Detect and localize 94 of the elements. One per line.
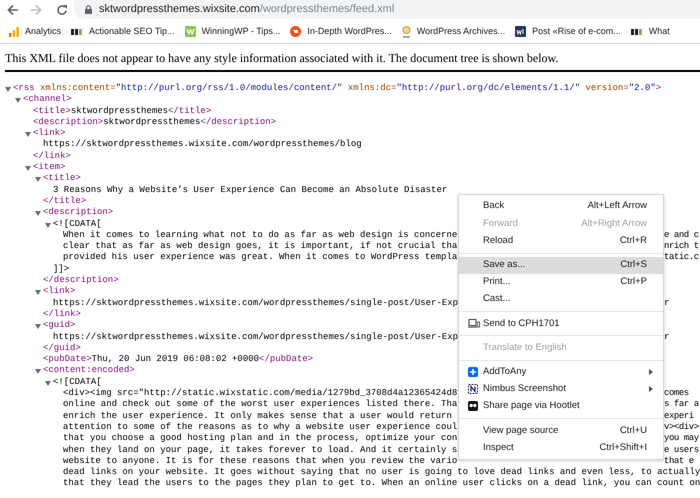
xml-line: </link>: [43, 308, 81, 320]
xml-line: website to anyone. It is for these reasons that when you review the vario: [63, 456, 458, 468]
reload-icon[interactable]: [56, 4, 68, 16]
xml-line: <![CDATA[: [53, 376, 102, 388]
xml-line: </guid>: [43, 342, 81, 354]
xml-line: r: [664, 332, 669, 343]
bookmark-link[interactable]: In-Depth WordPres...: [307, 24, 392, 38]
xml-line: <rss xmlns:content="http://purl.org/rss/1.0/modules/content/" xmlns:dc="http://purl.org/dc/elements/1.1/" version="2.0">: [13, 83, 662, 94]
xml-line: attention to some of the reasons as to why a website user experience coul: [63, 422, 458, 434]
xml-line: </title>: [43, 196, 86, 208]
xml-line: https://sktwordpressthemes.wixsite.com/wordpressthemes/single-post/User-Exp: [53, 298, 458, 309]
xml-notice: This XML file does not appear to have any style information associated with it. The document tree is shown below.: [5, 50, 560, 67]
menu-item[interactable]: Nimbus Screenshot: [459, 380, 663, 398]
xml-line: nrich t: [664, 241, 699, 252]
xml-line: <guid>: [43, 320, 76, 332]
xml-line: </description>: [43, 275, 119, 286]
xml-line: <description>sktwordpressthemes</description>: [33, 116, 276, 128]
xml-line: tatic.c: [664, 252, 699, 264]
xml-line: <link>: [43, 286, 76, 298]
menu-item[interactable]: Save as... Ctrl+S: [459, 256, 663, 274]
menu-item[interactable]: AddToAny: [459, 364, 663, 381]
plus-icon: [468, 367, 478, 378]
xml-line: https://sktwordpressthemes.wixsite.com/wordpressthemes/single-post/User-Exp: [53, 332, 458, 343]
xml-line: that you choose a good hosting plan and in the process, optimize your con: [63, 433, 458, 444]
xml-line: that they lead the users to the pages they plan to get to. When an online user clicks on a dead link, you can count on: [63, 478, 700, 490]
xml-line: v><div>: [664, 422, 699, 434]
xml-line: s far a: [664, 399, 699, 411]
badge-icon: [402, 26, 411, 38]
lock-icon: [85, 4, 92, 14]
xml-line: <description>: [43, 207, 114, 219]
xml-line: <link>: [33, 128, 66, 140]
screenshot-icon: [468, 384, 478, 394]
logo-icon: [71, 28, 84, 36]
xml-line: you may: [664, 433, 699, 444]
xml-line: provided his user experience was great. When it comes to WordPress templa: [63, 252, 458, 264]
bookmark-link[interactable]: WinningWP - Tips...: [202, 24, 280, 38]
bookmark-link[interactable]: Analytics: [25, 24, 62, 38]
xml-line: When it comes to learning what not to do as far as web design is concerne: [63, 230, 458, 242]
xml-line: r: [664, 298, 669, 309]
logo-icon: [184, 26, 196, 37]
back-icon[interactable]: [7, 4, 19, 16]
collapse-triangle-icon[interactable]: [35, 323, 41, 330]
collapse-triangle-icon[interactable]: [45, 222, 51, 228]
collapse-triangle-icon[interactable]: [35, 289, 41, 296]
menu-item[interactable]: Send to CPH1701: [459, 315, 663, 332]
menu-item[interactable]: Back Alt+Left Arrow: [459, 198, 663, 216]
xml-line: e users: [664, 444, 699, 456]
xml-line: when they land on your page, it takes forever to load. And it certainly s: [63, 444, 458, 456]
xml-line: ]]>: [53, 264, 70, 276]
xml-line: <content:encoded>: [43, 365, 135, 377]
laptop-icon: [468, 319, 480, 328]
xml-line: e and c: [664, 230, 699, 242]
bookmark-link[interactable]: WordPress Archives...: [416, 24, 506, 38]
logo-icon: [515, 26, 526, 37]
logo-icon: [290, 26, 302, 37]
url-text: sktwordpressthemes.wixsite.com/wordpressthemes/feed.xml: [99, 2, 394, 17]
bar-chart-icon: [9, 26, 19, 36]
xml-line: comes: [664, 388, 689, 400]
xml-line: <![CDATA[: [53, 218, 102, 230]
xml-line: dead links on your website. It goes without saying that no user is going to love dead links and even less, to actually: [63, 467, 700, 478]
collapse-triangle-icon[interactable]: [45, 380, 51, 386]
logo-icon: [630, 28, 643, 36]
collapse-triangle-icon[interactable]: [35, 176, 41, 182]
collapse-triangle-icon[interactable]: [25, 165, 31, 172]
xml-line: <title>: [43, 173, 81, 185]
bookmark-link[interactable]: What: [648, 24, 670, 38]
menu-item[interactable]: Print... Ctrl+P: [459, 274, 663, 291]
xml-line: https://sktwordpressthemes.wixsite.com/wordpressthemes/blog: [43, 139, 362, 151]
xml-line: that e: [664, 456, 694, 468]
xml-line: <div><img src="http://static.wixstatic.com/media/1279bd_3708d4a12365424d8: [63, 388, 458, 400]
menu-item[interactable]: Cast...: [459, 290, 663, 308]
xml-line: <item>: [33, 162, 66, 174]
collapse-triangle-icon[interactable]: [25, 131, 31, 138]
xml-line: <channel>: [23, 94, 72, 106]
collapse-triangle-icon[interactable]: [5, 86, 11, 92]
menu-item[interactable]: Reload Ctrl+R: [459, 232, 663, 250]
owl-icon: [468, 401, 478, 412]
collapse-triangle-icon[interactable]: [35, 368, 41, 374]
xml-line: online and check out some of the worst user experiences listed there. Tha: [63, 399, 458, 411]
menu-item[interactable]: Inspect Ctrl+Shift+I: [459, 439, 663, 456]
menu-item[interactable]: View page source Ctrl+U: [459, 422, 663, 440]
menu-item[interactable]: Share page via Hootlet: [459, 398, 663, 416]
bookmark-link[interactable]: Actionable SEO Tip...: [89, 24, 175, 38]
collapse-triangle-icon[interactable]: [35, 210, 41, 216]
xml-line: <pubDate>Thu, 20 Jun 2019 06:08:02 +0000</pubDate>: [43, 354, 314, 366]
xml-line: </link>: [33, 150, 71, 162]
collapse-triangle-icon[interactable]: [15, 97, 21, 104]
xml-line: enrich the user experience. It only makes sense that a user would return: [63, 410, 452, 422]
xml-line: experi: [664, 410, 694, 422]
address-bar[interactable]: sktwordpressthemes.wixsite.com/wordpressthemes/feed.xml: [74, 0, 700, 19]
bookmark-link[interactable]: Post «Rise of e-com...: [532, 24, 621, 38]
xml-line: clear that as far as web design goes, it is important, if not crucial tha: [63, 241, 458, 252]
xml-line: <title>sktwordpressthemes</title>: [33, 106, 212, 117]
xml-line: 3 Reasons Why a Website’s User Experience Can Become an Absolute Disaster: [53, 184, 448, 196]
